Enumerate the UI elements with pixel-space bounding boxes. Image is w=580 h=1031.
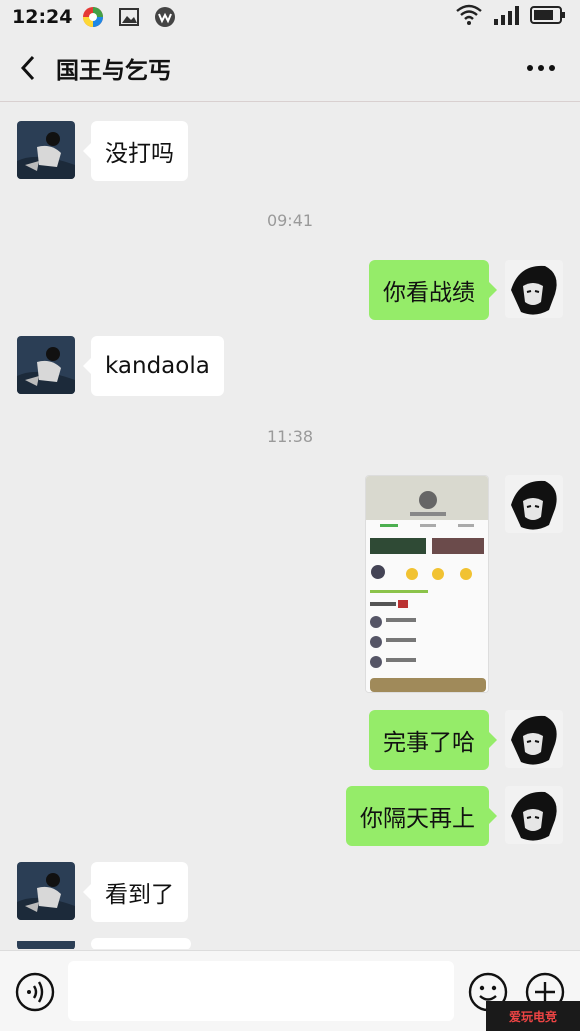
more-dots-icon [527, 65, 555, 71]
contact-avatar[interactable] [17, 862, 75, 920]
contact-avatar[interactable] [17, 938, 75, 949]
my-avatar[interactable] [505, 710, 563, 768]
my-avatar[interactable] [505, 475, 563, 533]
signal-icon [492, 4, 520, 30]
gallery-icon [118, 6, 140, 28]
voice-icon [15, 972, 55, 1012]
outgoing-message-bubble[interactable]: 你隔天再上 [346, 786, 497, 846]
status-bar: 12:24 [0, 0, 580, 34]
outgoing-message-bubble[interactable]: 完事了哈 [369, 710, 497, 770]
message-timestamp: 09:41 [266, 211, 314, 230]
image-message[interactable] [365, 475, 489, 693]
incoming-message-bubble[interactable]: kandaola [83, 336, 224, 396]
status-time: 12:24 [12, 6, 73, 28]
chat-title: 国王与乞丐 [56, 57, 171, 84]
contact-avatar[interactable] [17, 336, 75, 394]
game-stats-screenshot [366, 476, 488, 692]
back-button[interactable] [0, 34, 56, 102]
battery-icon [530, 5, 566, 29]
incoming-message-bubble-partial[interactable] [91, 938, 191, 949]
message-input[interactable] [68, 961, 454, 1021]
message-timestamp: 11:38 [266, 427, 314, 446]
app-badge-icon [154, 6, 176, 28]
chevron-left-icon [20, 55, 35, 80]
contact-avatar[interactable] [17, 121, 75, 179]
watermark-text: 爱玩电竞 [508, 1009, 557, 1024]
incoming-message-bubble[interactable]: 没打吗 [83, 121, 188, 181]
site-watermark-logo: 爱玩电竞 [486, 1001, 580, 1031]
more-options-button[interactable] [524, 56, 558, 80]
message-list[interactable]: 没打吗 09:41 你看战绩 kandaola 11:38 完事了哈 你隔天再上… [0, 103, 580, 949]
my-avatar[interactable] [505, 260, 563, 318]
outgoing-message-bubble[interactable]: 你看战绩 [369, 260, 497, 320]
my-avatar[interactable] [505, 786, 563, 844]
chat-header: 国王与乞丐 [0, 34, 580, 102]
app-notification-icon [82, 6, 104, 28]
wifi-icon [456, 4, 482, 30]
voice-input-button[interactable] [14, 971, 56, 1013]
incoming-message-bubble[interactable]: 看到了 [83, 862, 188, 922]
